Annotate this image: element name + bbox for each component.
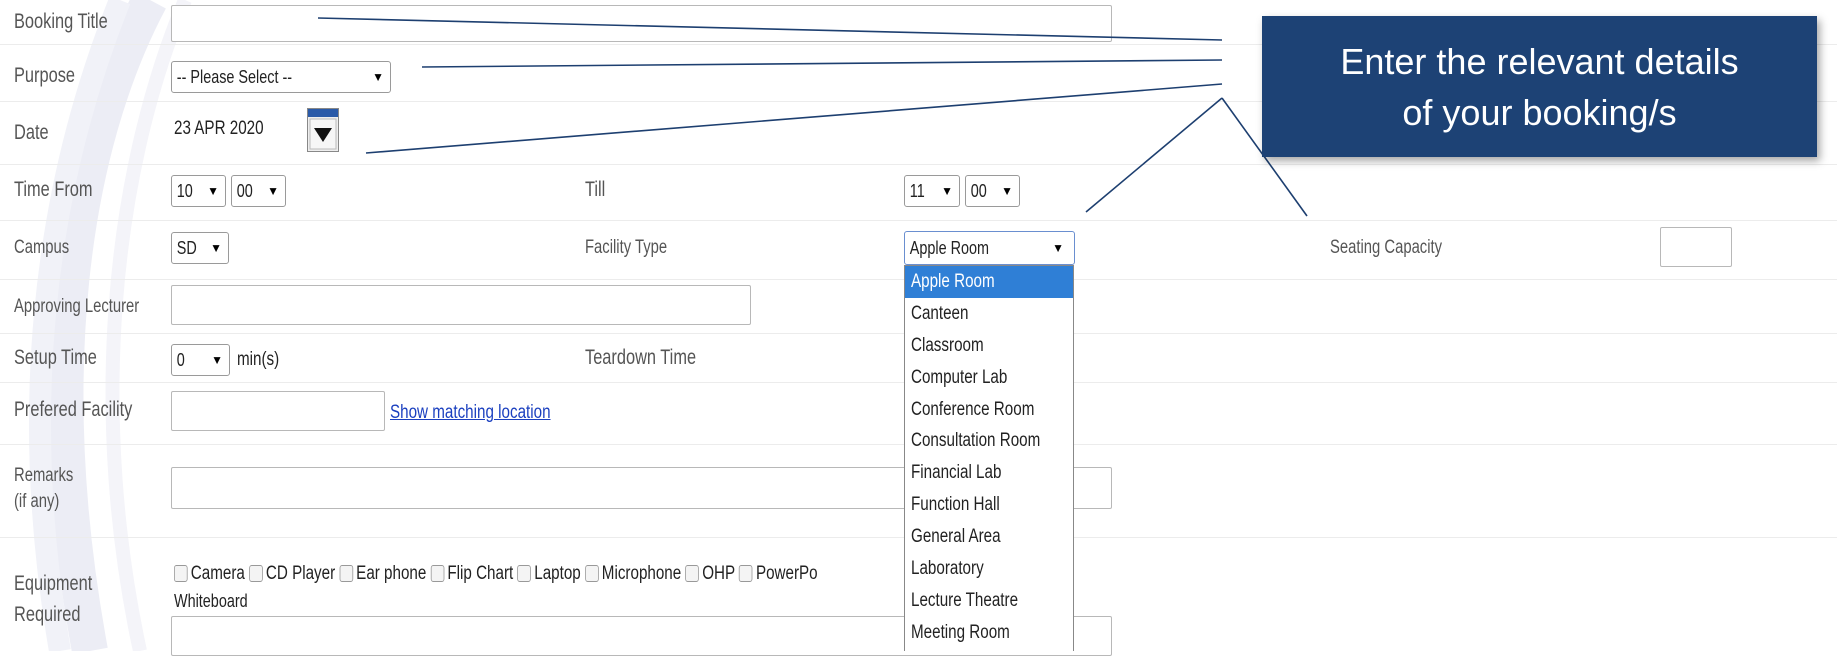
chevron-down-icon: ▼ bbox=[1001, 184, 1013, 198]
checkbox[interactable] bbox=[685, 565, 700, 583]
setup-time-label: Setup Time bbox=[14, 346, 97, 369]
dropdown-option[interactable]: Meeting Room bbox=[905, 617, 1073, 649]
chevron-down-icon: ▼ bbox=[207, 184, 219, 198]
equipment-checkbox-camera[interactable]: Camera bbox=[174, 563, 245, 584]
till-label: Till bbox=[585, 178, 606, 201]
seating-capacity-input[interactable] bbox=[1660, 227, 1732, 267]
callout-line2: of your booking/s bbox=[1402, 91, 1677, 133]
remarks-sublabel: (if any) bbox=[14, 491, 60, 512]
checkbox[interactable] bbox=[249, 565, 263, 583]
campus-select-value: SD bbox=[176, 237, 197, 258]
chevron-down-icon: ▼ bbox=[210, 241, 222, 255]
time-from-hour-select[interactable]: 10 ▼ bbox=[171, 175, 226, 207]
purpose-select-value: -- Please Select -- bbox=[176, 66, 293, 87]
dropdown-option[interactable]: Consultation Room bbox=[905, 425, 1073, 457]
purpose-label: Purpose bbox=[14, 64, 76, 87]
remarks-label: Remarks bbox=[14, 465, 74, 486]
seating-capacity-label: Seating Capacity bbox=[1330, 237, 1443, 258]
checkbox[interactable] bbox=[430, 565, 445, 583]
setup-time-unit: min(s) bbox=[237, 349, 280, 370]
show-matching-location-link[interactable]: Show matching location bbox=[390, 402, 551, 424]
approving-lecturer-input[interactable] bbox=[171, 285, 751, 325]
callout-line1: Enter the relevant details bbox=[1340, 40, 1739, 82]
chevron-down-icon: ▼ bbox=[372, 70, 384, 84]
chevron-down-icon: ▼ bbox=[211, 353, 223, 367]
instruction-callout: Enter the relevant details of your booki… bbox=[1262, 16, 1817, 157]
facility-type-label: Facility Type bbox=[585, 237, 668, 258]
time-from-minute-value: 00 bbox=[236, 180, 253, 201]
dropdown-option[interactable]: Function Hall bbox=[905, 489, 1073, 521]
setup-time-select[interactable]: 0 ▼ bbox=[171, 344, 230, 376]
chevron-down-icon: ▼ bbox=[1052, 241, 1064, 255]
facility-type-select-value: Apple Room bbox=[909, 237, 990, 258]
equipment-label-line1: Equipment bbox=[14, 572, 93, 595]
approving-lecturer-label: Approving Lecturer bbox=[14, 296, 140, 317]
time-from-label: Time From bbox=[14, 178, 93, 201]
campus-select[interactable]: SD ▼ bbox=[171, 232, 229, 264]
chevron-down-icon: ▼ bbox=[941, 184, 953, 198]
checkbox[interactable] bbox=[739, 565, 753, 583]
setup-time-select-value: 0 bbox=[176, 349, 185, 370]
till-minute-select[interactable]: 00 ▼ bbox=[965, 175, 1020, 207]
teardown-time-label: Teardown Time bbox=[585, 346, 697, 369]
equipment-checkbox-ohp[interactable]: OHP bbox=[685, 563, 735, 584]
date-value: 23 APR 2020 bbox=[174, 118, 264, 139]
dropdown-option[interactable]: General Area bbox=[905, 521, 1073, 553]
checkbox[interactable] bbox=[339, 565, 353, 583]
dropdown-option[interactable]: Financial Lab bbox=[905, 457, 1073, 489]
dropdown-option[interactable]: Conference Room bbox=[905, 394, 1073, 426]
equipment-checkbox-cd-player[interactable]: CD Player bbox=[249, 563, 335, 584]
chevron-down-icon: ▼ bbox=[267, 184, 279, 198]
date-label: Date bbox=[14, 121, 49, 144]
campus-label: Campus bbox=[14, 237, 70, 258]
booking-title-label: Booking Title bbox=[14, 10, 108, 33]
time-from-minute-select[interactable]: 00 ▼ bbox=[231, 175, 286, 207]
till-minute-value: 00 bbox=[970, 180, 987, 201]
checkbox[interactable] bbox=[517, 565, 532, 583]
till-hour-select[interactable]: 11 ▼ bbox=[904, 175, 960, 207]
equipment-checkbox-powerpoint[interactable]: PowerPo bbox=[739, 563, 818, 584]
row-separator bbox=[0, 220, 1837, 221]
equipment-checkbox-row: Camera CD Player Ear phone Flip Chart La… bbox=[174, 563, 818, 585]
facility-type-dropdown-list[interactable]: Apple Room Canteen Classroom Computer La… bbox=[904, 265, 1074, 651]
dropdown-option[interactable]: Classroom bbox=[905, 330, 1073, 362]
checkbox[interactable] bbox=[174, 565, 188, 583]
equipment-label-line2: Required bbox=[14, 603, 81, 626]
equipment-second-line: Whiteboard bbox=[174, 591, 248, 611]
checkbox[interactable] bbox=[584, 565, 599, 583]
till-hour-value: 11 bbox=[909, 180, 925, 201]
equipment-checkbox-ear-phone[interactable]: Ear phone bbox=[339, 563, 426, 584]
dropdown-option[interactable]: Computer Lab bbox=[905, 362, 1073, 394]
booking-title-input[interactable] bbox=[171, 5, 1112, 42]
dropdown-option[interactable]: Apple Room bbox=[905, 266, 1073, 298]
preferred-facility-input[interactable] bbox=[171, 391, 385, 431]
dropdown-option[interactable]: Canteen bbox=[905, 298, 1073, 330]
equipment-checkbox-flip-chart[interactable]: Flip Chart bbox=[430, 563, 513, 584]
dropdown-option[interactable]: Laboratory bbox=[905, 553, 1073, 585]
equipment-checkbox-microphone[interactable]: Microphone bbox=[584, 563, 681, 584]
time-from-hour-value: 10 bbox=[176, 180, 193, 201]
calendar-icon[interactable] bbox=[307, 108, 339, 152]
row-separator bbox=[0, 164, 1837, 165]
purpose-select[interactable]: -- Please Select -- ▼ bbox=[171, 61, 391, 93]
dropdown-option[interactable]: Lecture Theatre bbox=[905, 585, 1073, 617]
equipment-checkbox-laptop[interactable]: Laptop bbox=[517, 563, 581, 584]
preferred-facility-label: Prefered Facility bbox=[14, 398, 133, 421]
facility-type-select[interactable]: Apple Room ▼ bbox=[904, 231, 1075, 265]
